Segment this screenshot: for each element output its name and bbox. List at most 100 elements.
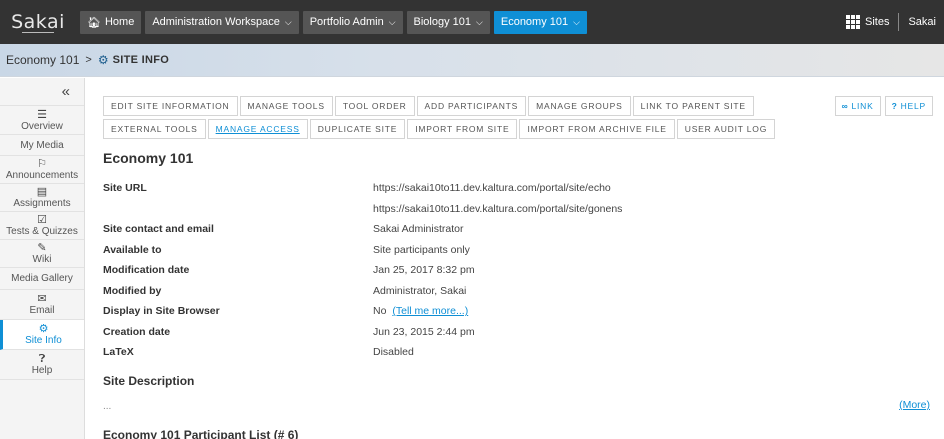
sidebar-item-label: Help: [31, 365, 53, 376]
top-right-controls: Sites Sakai: [846, 0, 944, 44]
gear-icon: ⚙: [38, 323, 49, 335]
import-from-archive-file-button[interactable]: IMPORT FROM ARCHIVE FILE: [519, 119, 675, 139]
info-value: Sakai Administrator: [373, 223, 464, 236]
envelope-icon: ✉: [37, 293, 47, 305]
duplicate-site-button[interactable]: DUPLICATE SITE: [309, 119, 406, 139]
megaphone-icon: ⚐: [37, 158, 47, 170]
info-value-container: No (Tell me more...): [373, 305, 468, 317]
manage-groups-button[interactable]: MANAGE GROUPS: [528, 96, 631, 116]
sidebar-item-announcements[interactable]: ⚐ Announcements: [0, 156, 84, 184]
sidebar-item-overview[interactable]: ☰ Overview: [0, 106, 84, 135]
question-icon: ?: [891, 101, 898, 111]
sidebar-item-label: My Media: [20, 139, 64, 151]
info-label: Display in Site Browser: [103, 305, 220, 318]
external-tools-button[interactable]: EXTERNAL TOOLS: [103, 119, 206, 139]
nav-portfolio-admin[interactable]: Portfolio Admin ⌵: [302, 10, 403, 34]
sidebar-item-tests-quizzes[interactable]: ☑ Tests & Quizzes: [0, 212, 84, 240]
sidebar-item-label: Wiki: [32, 254, 52, 265]
breadcrumb-tool[interactable]: SITE INFO: [113, 54, 169, 66]
info-label: Modification date: [103, 264, 190, 277]
info-value: Jan 25, 2017 8:32 pm: [373, 264, 475, 277]
sidebar-item-email[interactable]: ✉ Email: [0, 290, 84, 320]
site-description-text: ...: [103, 401, 112, 412]
help-button[interactable]: ? HELP: [884, 96, 933, 116]
sidebar-item-label: Tests & Quizzes: [6, 226, 78, 237]
nav-label: Economy 101: [500, 16, 569, 28]
top-navigation-bar: Sakai 🏠︎ Home Administration Workspace ⌵…: [0, 0, 944, 44]
edit-site-information-button[interactable]: EDIT SITE INFORMATION: [103, 96, 238, 116]
info-row: Modification date Jan 25, 2017 8:32 pm: [103, 260, 933, 281]
sidebar-item-label: Announcements: [5, 170, 79, 181]
question-icon: ❓︎: [38, 353, 46, 365]
breadcrumb-site[interactable]: Economy 101: [6, 53, 79, 67]
grid-icon: [846, 15, 860, 29]
chevron-down-icon: ⌵: [388, 16, 396, 27]
link-label: LINK: [851, 101, 874, 111]
nav-home-button[interactable]: 🏠︎ Home: [80, 10, 142, 34]
nav-biology-101[interactable]: Biology 101 ⌵: [406, 10, 490, 34]
file-icon: ▤: [36, 186, 48, 198]
tell-me-more-link[interactable]: (Tell me more...): [392, 305, 468, 317]
tool-order-button[interactable]: TOOL ORDER: [334, 96, 415, 116]
sidebar-item-label: Assignments: [13, 198, 71, 209]
info-row: Display in Site Browser No (Tell me more…: [103, 301, 933, 322]
info-value: Disabled: [373, 346, 414, 359]
info-value: Jun 23, 2015 2:44 pm: [373, 325, 475, 338]
sidebar-item-label: Media Gallery: [11, 273, 73, 284]
sakai-logo[interactable]: Sakai: [0, 0, 76, 44]
info-row: Creation date Jun 23, 2015 2:44 pm: [103, 322, 933, 343]
chevron-down-icon: ⌵: [476, 16, 483, 27]
manage-access-button[interactable]: MANAGE ACCESS: [207, 119, 308, 139]
sidebar-item-label: Email: [29, 305, 55, 316]
breadcrumb-separator: >: [85, 54, 92, 66]
nav-label: Biology 101: [413, 16, 472, 28]
list-icon: ☰: [37, 108, 47, 121]
sidebar-item-media-gallery[interactable]: Media Gallery: [0, 268, 84, 290]
toolbar-row: EDIT SITE INFORMATION MANAGE TOOLS TOOL …: [103, 96, 933, 116]
chevron-down-icon: ⌵: [284, 16, 292, 27]
help-label: HELP: [900, 101, 926, 111]
sites-button[interactable]: Sites: [846, 13, 900, 31]
collapse-sidebar-button[interactable]: «: [0, 78, 84, 106]
nav-home-label: Home: [104, 16, 135, 28]
gear-icon: ⚙: [97, 53, 109, 67]
info-row: Modified by Administrator, Sakai: [103, 281, 933, 302]
nav-administration-workspace[interactable]: Administration Workspace ⌵: [145, 10, 299, 34]
user-audit-log-button[interactable]: USER AUDIT LOG: [676, 119, 776, 139]
sidebar-item-site-info[interactable]: ⚙ Site Info: [0, 320, 84, 350]
nav-label: Portfolio Admin: [309, 16, 384, 28]
site-info-toolbar: EDIT SITE INFORMATION MANAGE TOOLS TOOL …: [103, 96, 933, 142]
user-menu[interactable]: Sakai: [899, 16, 944, 28]
participant-list-heading: Economy 101 Participant List (# 6): [103, 428, 299, 439]
more-link[interactable]: (More): [899, 399, 930, 411]
sites-label: Sites: [865, 16, 890, 28]
sidebar-item-wiki[interactable]: ✎ Wiki: [0, 240, 84, 268]
link-button[interactable]: ∞ LINK: [834, 96, 881, 116]
add-participants-button[interactable]: ADD PARTICIPANTS: [416, 96, 527, 116]
toolbar-row: EXTERNAL TOOLS MANAGE ACCESS DUPLICATE S…: [103, 119, 933, 139]
edit-icon: ✎: [37, 242, 47, 254]
info-label: Available to: [103, 243, 162, 256]
info-row: Site URL https://sakai10to11.dev.kaltura…: [103, 178, 933, 199]
link-icon: ∞: [841, 101, 849, 111]
sidebar-item-help[interactable]: ❓︎ Help: [0, 350, 84, 380]
nav-economy-101[interactable]: Economy 101 ⌵: [493, 10, 587, 34]
info-value: No: [373, 305, 387, 318]
import-from-site-button[interactable]: IMPORT FROM SITE: [407, 119, 518, 139]
sidebar-item-assignments[interactable]: ▤ Assignments: [0, 184, 84, 212]
site-info-table: Site URL https://sakai10to11.dev.kaltura…: [103, 178, 933, 363]
sidebar-item-my-media[interactable]: My Media: [0, 135, 84, 156]
info-row: Available to Site participants only: [103, 240, 933, 261]
toolbar-right-buttons: ∞ LINK ? HELP: [831, 96, 933, 116]
link-to-parent-site-button[interactable]: LINK TO PARENT SITE: [632, 96, 754, 116]
sidebar-item-label: Site Info: [25, 335, 62, 346]
manage-tools-button[interactable]: MANAGE TOOLS: [239, 96, 333, 116]
info-label: LaTeX: [103, 346, 134, 359]
chevron-down-icon: ⌵: [573, 16, 580, 27]
sidebar-item-label: Overview: [21, 120, 63, 132]
info-label: Modified by: [103, 284, 162, 297]
info-value: https://sakai10to11.dev.kaltura.com/port…: [373, 182, 611, 195]
breadcrumb: Economy 101 > ⚙ SITE INFO: [0, 44, 944, 77]
info-value: Site participants only: [373, 243, 470, 256]
info-label: Site contact and email: [103, 223, 214, 236]
